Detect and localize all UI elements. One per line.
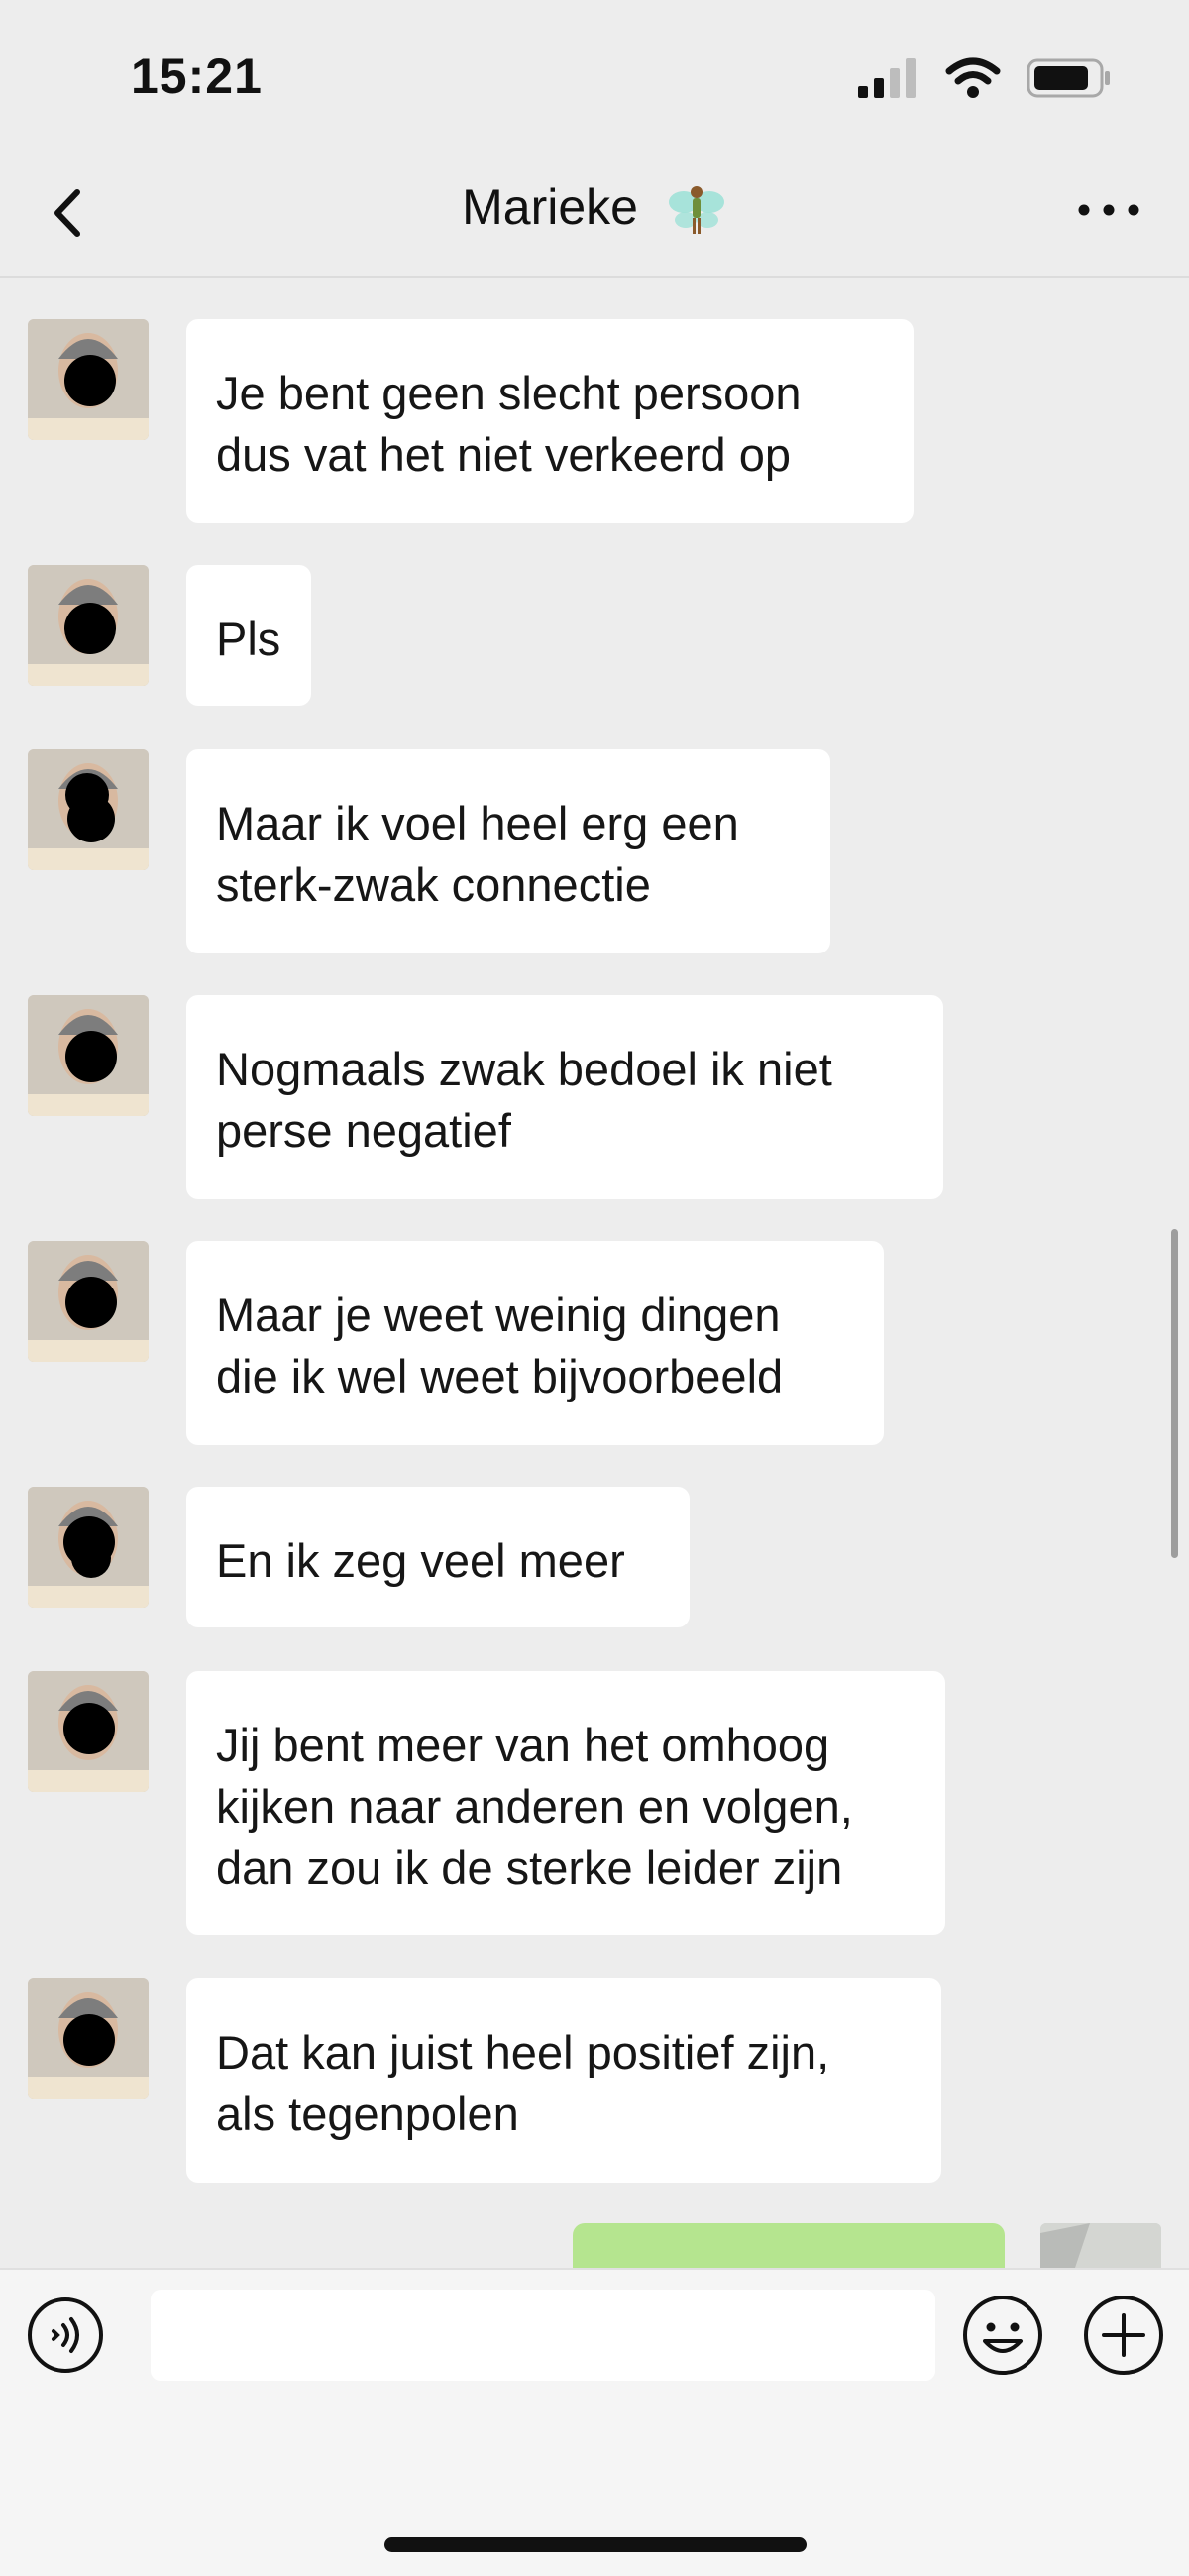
message-bubble[interactable]: Dat kan juist heel positief zijn, als te… (186, 1978, 941, 2183)
avatar[interactable] (28, 1978, 149, 2099)
battery-icon (1027, 58, 1110, 98)
message-input[interactable] (151, 2290, 935, 2381)
input-bar (0, 2268, 1189, 2576)
message-bubble[interactable]: Maar je weet weinig dingen die ik wel we… (186, 1241, 884, 1445)
message-bubble[interactable]: Jij bent meer van het omhoog kijken naar… (186, 1671, 945, 1935)
avatar[interactable] (28, 749, 149, 870)
voice-icon[interactable] (26, 2296, 105, 2375)
chat-title-text: Marieke (462, 179, 638, 235)
home-indicator[interactable] (384, 2537, 807, 2552)
status-time: 15:21 (131, 49, 263, 104)
plus-icon[interactable] (1082, 2294, 1165, 2377)
avatar[interactable] (28, 1487, 149, 1608)
status-bar: 15:21 (0, 0, 1189, 149)
wifi-icon (945, 57, 1001, 98)
avatar[interactable] (28, 1241, 149, 1362)
chat-title: Marieke (0, 178, 1189, 242)
status-icons (858, 57, 1112, 99)
avatar[interactable] (28, 1671, 149, 1792)
message-bubble[interactable]: Nogmaals zwak bedoel ik niet perse negat… (186, 995, 943, 1199)
message-bubble[interactable]: Maar ik voel heel erg een sterk-zwak con… (186, 749, 830, 953)
signal-icon (858, 58, 916, 98)
avatar[interactable] (28, 995, 149, 1116)
avatar[interactable] (28, 319, 149, 440)
chat-header: Marieke (0, 149, 1189, 278)
message-bubble[interactable]: Je bent geen slecht persoon dus vat het … (186, 319, 914, 523)
message-bubble[interactable]: Pls (186, 565, 311, 706)
scrollbar[interactable] (1171, 1229, 1178, 1558)
message-bubble[interactable]: En ik zeg veel meer (186, 1487, 690, 1627)
more-icon[interactable] (1074, 190, 1143, 230)
fairy-icon (668, 185, 724, 234)
chat-messages[interactable]: Je bent geen slecht persoon dus vat het … (0, 278, 1189, 2268)
avatar[interactable] (28, 565, 149, 686)
emoji-icon[interactable] (961, 2294, 1044, 2377)
